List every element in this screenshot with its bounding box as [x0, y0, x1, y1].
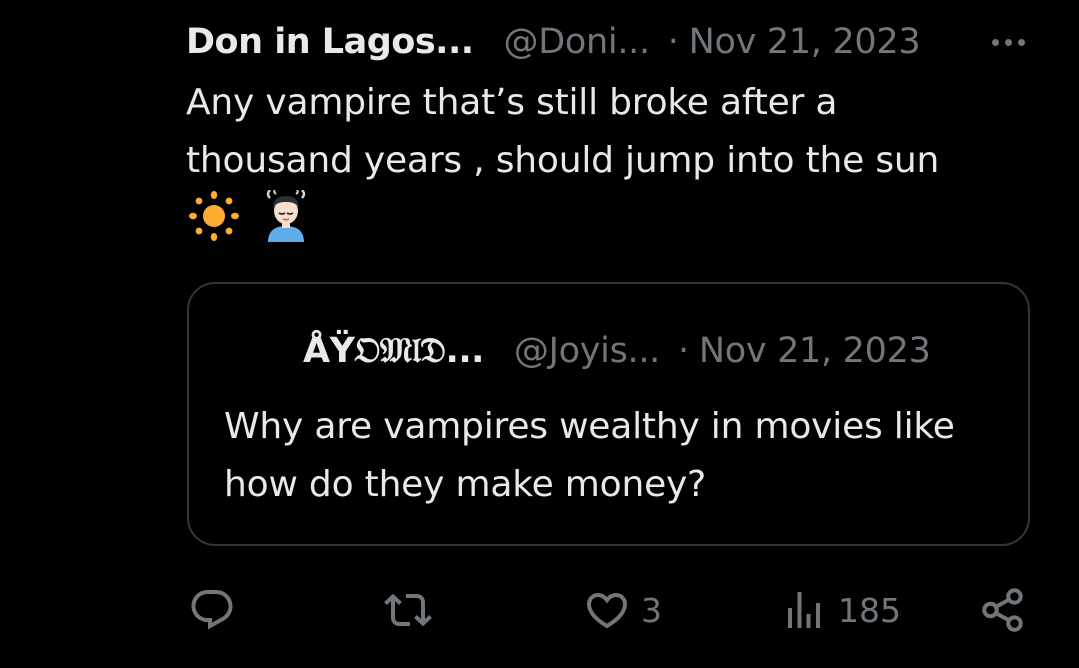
- post-text-line: thousand years , should jump into the su…: [186, 140, 940, 181]
- repost-button[interactable]: [384, 582, 442, 638]
- share-icon: [982, 588, 1023, 632]
- heart-icon: [586, 593, 628, 629]
- separator-dot: ·: [667, 22, 679, 62]
- views-button[interactable]: 185: [780, 582, 901, 638]
- person-in-steamy-room-emoji: [266, 190, 306, 242]
- quoted-post-text: Why are vampires wealthy in movies like …: [224, 398, 1014, 514]
- post-text-line: Any vampire that’s still broke after a: [186, 82, 838, 123]
- more-dots-icon[interactable]: [986, 22, 1030, 62]
- tweet[interactable]: Don in Lagos... @Doni... · Nov 21, 2023 …: [0, 0, 1079, 668]
- author-handle[interactable]: @Doni...: [504, 22, 651, 62]
- repost-icon: [384, 593, 432, 627]
- post-date[interactable]: Nov 21, 2023: [689, 22, 921, 62]
- author-name[interactable]: Don in Lagos...: [186, 22, 474, 62]
- post-header: Don in Lagos... @Doni... · Nov 21, 2023: [186, 18, 1046, 66]
- quoted-text-line: Why are vampires wealthy in movies like: [224, 406, 955, 447]
- sun-emoji: [189, 191, 239, 241]
- quoted-post-header: ÅŸ𝔒𝔐𝔩𝔇... @Joyis... · Nov 21, 2023: [303, 326, 931, 376]
- views-count: 185: [838, 590, 901, 630]
- emoji-row: [188, 190, 310, 242]
- quoted-author-name: ÅŸ𝔒𝔐𝔩𝔇...: [303, 331, 484, 371]
- quoted-text-line: how do they make money?: [224, 464, 707, 505]
- like-button[interactable]: 3: [583, 582, 662, 638]
- action-bar: 3 185: [186, 582, 1036, 638]
- reply-button[interactable]: [188, 582, 246, 638]
- quoted-author-handle: @Joyis...: [513, 331, 661, 371]
- quoted-separator-dot: ·: [678, 331, 689, 371]
- quoted-author-avatar[interactable]: [225, 330, 269, 374]
- quoted-post[interactable]: ÅŸ𝔒𝔐𝔩𝔇... @Joyis... · Nov 21, 2023 Why a…: [187, 282, 1030, 546]
- quoted-post-date: Nov 21, 2023: [698, 331, 931, 371]
- post-text: Any vampire that’s still broke after a t…: [186, 74, 1046, 190]
- like-count: 3: [641, 590, 662, 630]
- share-button[interactable]: [978, 582, 1028, 638]
- views-icon: [788, 592, 820, 628]
- reply-icon: [191, 590, 233, 630]
